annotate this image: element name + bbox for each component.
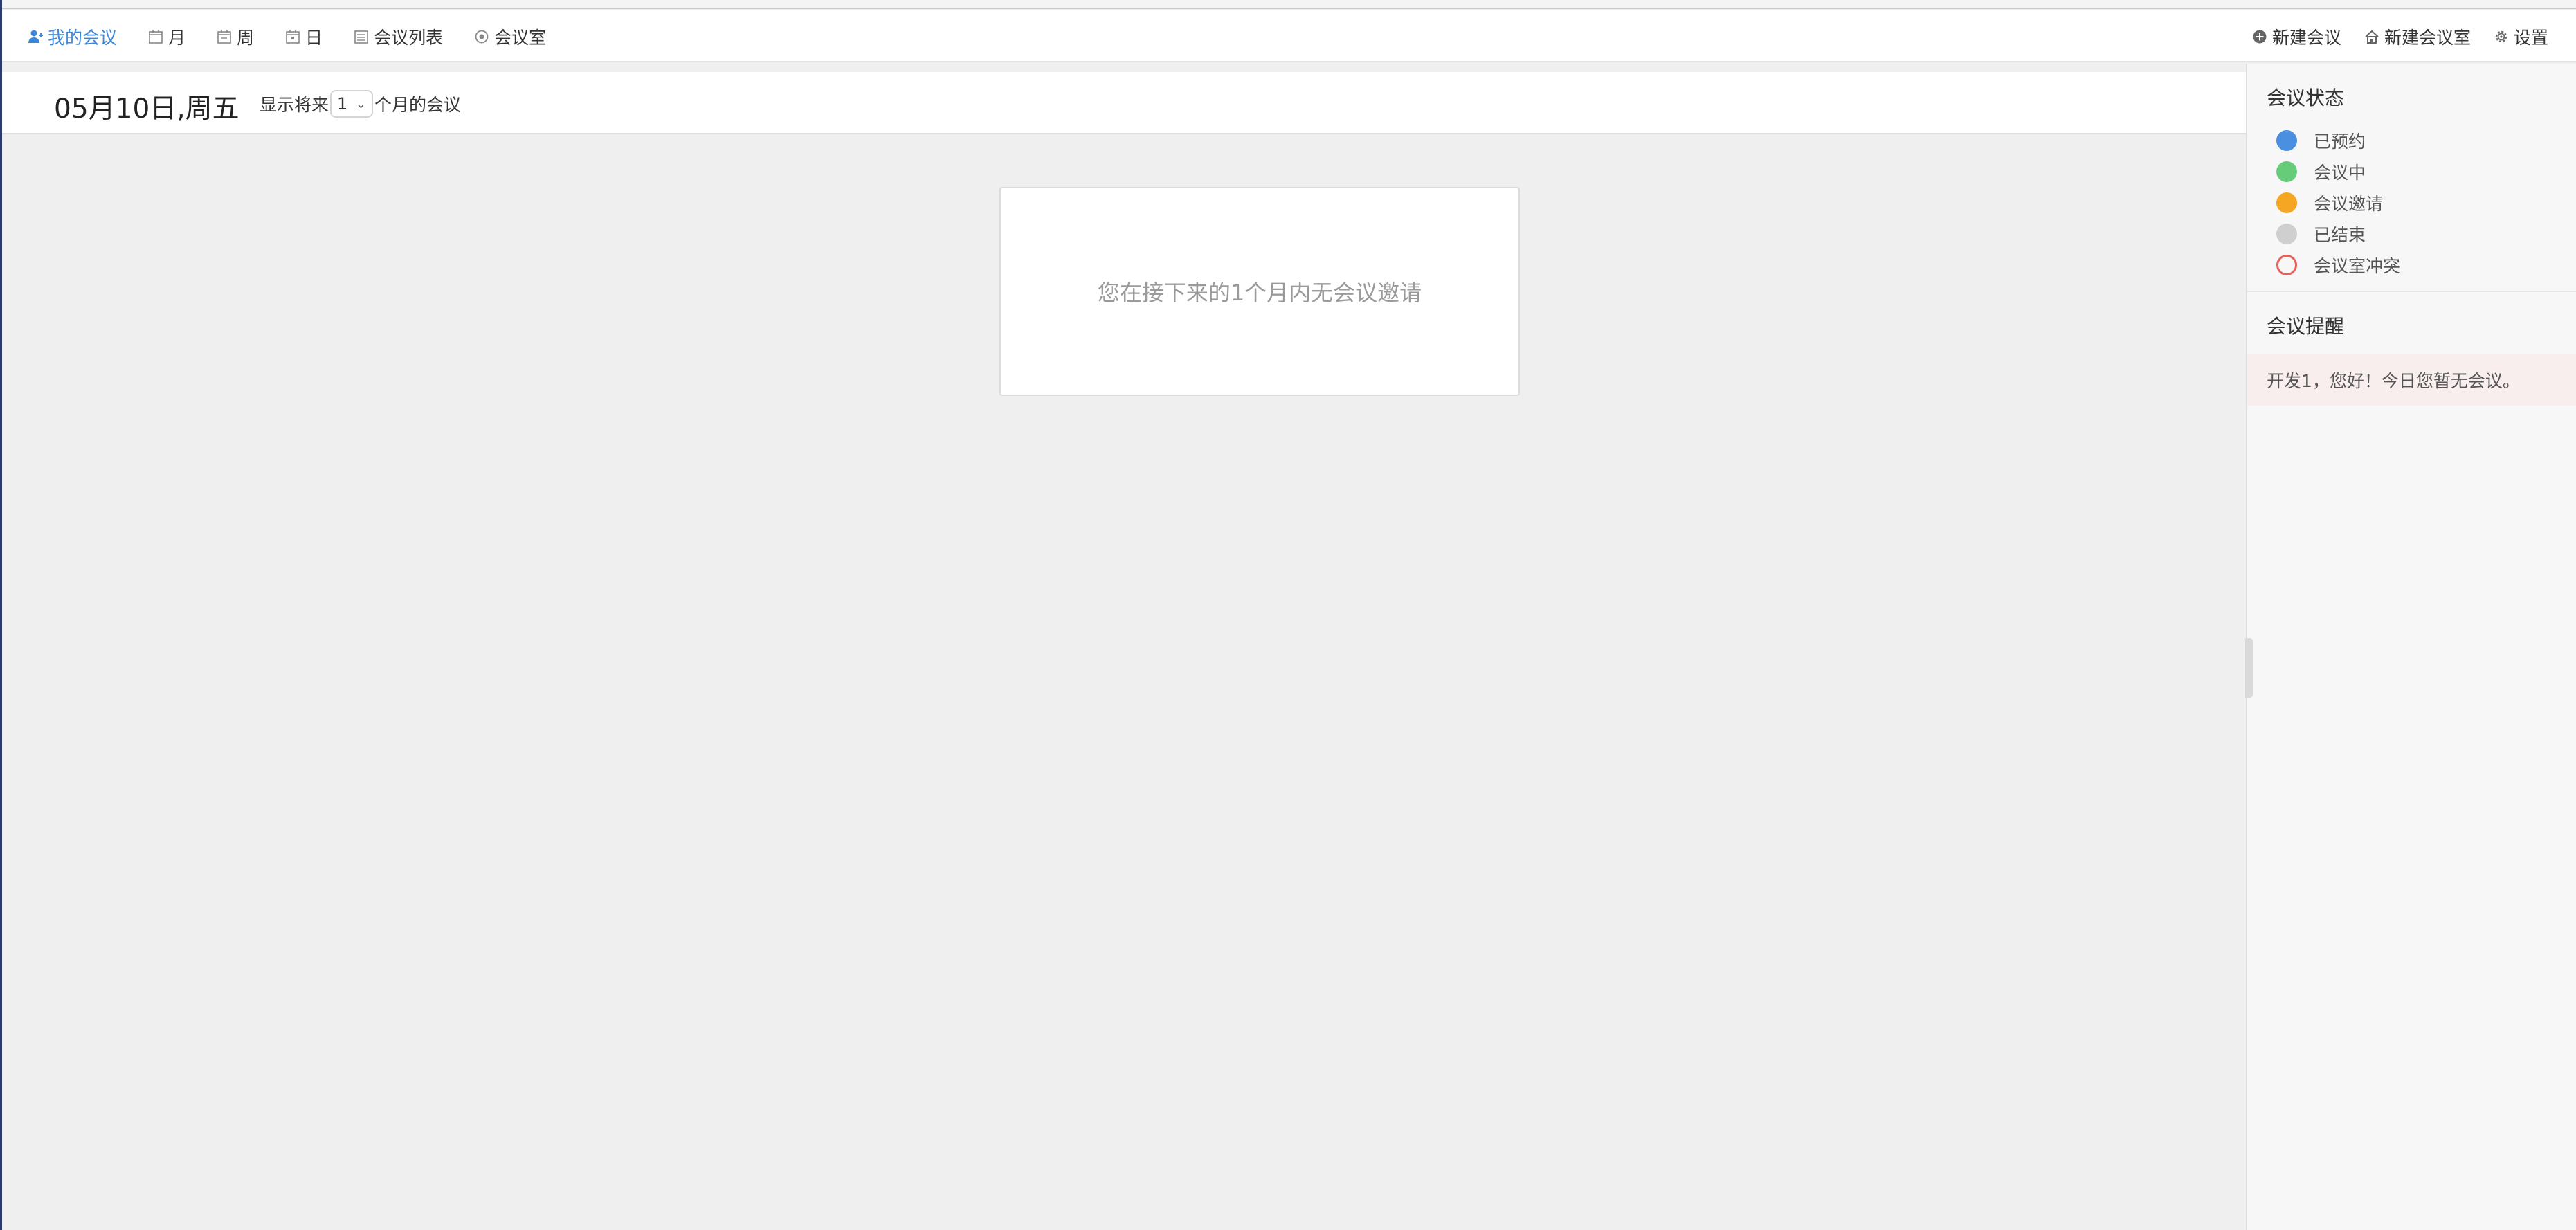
sidebar-collapse-handle[interactable] [2245, 638, 2253, 698]
list-icon [354, 30, 368, 44]
plus-circle-icon [2253, 30, 2267, 43]
empty-state-card: 您在接下来的1个月内无会议邀请 [999, 187, 1520, 396]
nav-label: 新建会议室 [2384, 27, 2471, 48]
room-icon [475, 30, 489, 43]
nav-label: 会议室 [494, 27, 547, 48]
user-icon [28, 30, 43, 43]
status-label: 会议邀请 [2314, 193, 2384, 214]
month-range-select[interactable]: 1 ⌄ [330, 90, 374, 118]
sidebar-divider [2247, 291, 2576, 292]
nav-label: 设置 [2513, 27, 2548, 48]
nav-label: 月 [168, 27, 186, 48]
top-nav: 我的会议 月 周 日 会议列表 会议室 新建会议 新建会议室 设置 [2, 10, 2576, 62]
status-item: 会议中 [2267, 156, 2571, 187]
range-filter: 显示将来 1 ⌄ 个月的会议 [260, 90, 461, 118]
nav-week[interactable]: 周 [216, 24, 254, 49]
range-value: 1 [337, 94, 348, 114]
status-item: 会议室冲突 [2267, 249, 2571, 280]
settings-button[interactable]: 设置 [2493, 24, 2548, 49]
calendar-week-icon [217, 30, 231, 44]
status-dot-hollow-icon [2276, 254, 2297, 275]
app-window: 我的会议 月 周 日 会议列表 会议室 新建会议 新建会议室 设置 05月10日… [0, 0, 2576, 1230]
right-sidebar: 会议状态 已预约会议中会议邀请已结束会议室冲突 会议提醒 开发1，您好！今日您暂… [2246, 64, 2576, 1230]
status-item: 已结束 [2267, 218, 2571, 249]
nav-month[interactable]: 月 [147, 24, 185, 49]
status-dot-icon [2276, 161, 2297, 182]
reminder-title: 会议提醒 [2267, 315, 2345, 338]
top-rule [2, 0, 2576, 9]
nav-right: 新建会议 新建会议室 设置 [2229, 10, 2548, 62]
status-label: 会议室冲突 [2314, 255, 2401, 276]
status-label: 会议中 [2314, 162, 2366, 183]
reminder-message: 开发1，您好！今日您暂无会议。 [2247, 354, 2576, 406]
nav-meeting-list[interactable]: 会议列表 [353, 24, 443, 49]
status-item: 已预约 [2267, 125, 2571, 156]
nav-label: 周 [237, 27, 255, 48]
date-header: 05月10日,周五 显示将来 1 ⌄ 个月的会议 [2, 72, 2246, 134]
nav-my-meetings[interactable]: 我的会议 [27, 24, 117, 49]
status-legend-title: 会议状态 [2267, 87, 2345, 109]
reminder-section: 会议提醒 开发1，您好！今日您暂无会议。 [2247, 311, 2576, 406]
new-room-button[interactable]: 新建会议室 [2364, 24, 2471, 49]
nav-label: 我的会议 [48, 27, 118, 48]
status-dot-icon [2276, 223, 2297, 244]
status-dot-icon [2276, 129, 2297, 151]
status-label: 已预约 [2314, 131, 2366, 152]
nav-day[interactable]: 日 [284, 24, 323, 49]
nav-meeting-room[interactable]: 会议室 [473, 24, 546, 49]
calendar-day-icon [286, 30, 300, 44]
empty-state-message: 您在接下来的1个月内无会议邀请 [1097, 280, 1422, 306]
status-list: 已预约会议中会议邀请已结束会议室冲突 [2267, 125, 2571, 280]
chevron-down-icon: ⌄ [355, 96, 367, 111]
status-dot-icon [2276, 192, 2297, 213]
home-icon [2365, 30, 2379, 44]
range-prefix: 显示将来 [260, 95, 329, 115]
nav-label: 日 [305, 27, 323, 48]
current-date-title: 05月10日,周五 [54, 93, 239, 125]
nav-label: 新建会议 [2271, 27, 2341, 48]
new-meeting-button[interactable]: 新建会议 [2251, 24, 2341, 49]
status-label: 已结束 [2314, 224, 2366, 245]
calendar-month-icon [149, 30, 163, 44]
nav-left: 我的会议 月 周 日 会议列表 会议室 [27, 10, 577, 62]
main-content: 您在接下来的1个月内无会议邀请 [2, 136, 2246, 1230]
status-item: 会议邀请 [2267, 187, 2571, 218]
range-suffix: 个月的会议 [374, 95, 462, 115]
status-legend: 会议状态 已预约会议中会议邀请已结束会议室冲突 [2267, 83, 2571, 280]
nav-label: 会议列表 [374, 27, 444, 48]
gear-icon [2495, 30, 2507, 42]
